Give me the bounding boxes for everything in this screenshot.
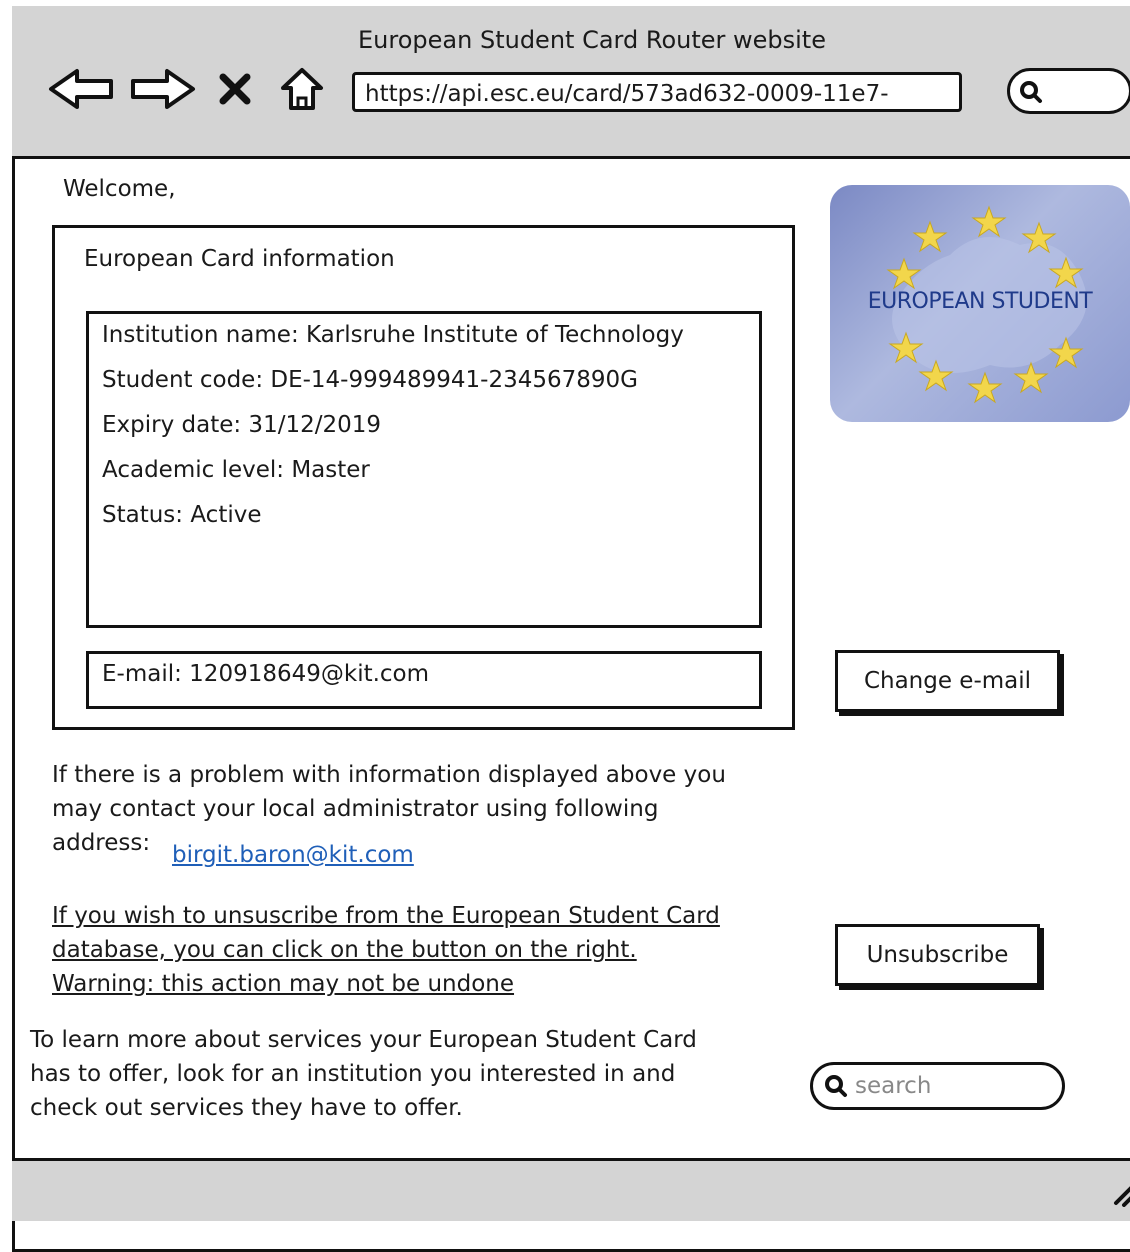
student-code: Student code: DE-14-999489941-234567890G bbox=[102, 367, 639, 393]
expiry-date: Expiry date: 31/12/2019 bbox=[102, 412, 381, 438]
home-icon[interactable] bbox=[274, 64, 330, 114]
admin-email-link[interactable]: birgit.baron@kit.com bbox=[172, 838, 414, 872]
learn-more-line-1: To learn more about services your Europe… bbox=[30, 1027, 697, 1053]
card-section-title: European Card information bbox=[84, 246, 395, 272]
address-bar[interactable]: https://api.esc.eu/card/573ad632-0009-11… bbox=[352, 72, 962, 112]
email-value: E-mail: 120918649@kit.com bbox=[102, 661, 430, 687]
academic-level: Academic level: Master bbox=[102, 457, 370, 483]
problem-text-line-2: may contact your local administrator usi… bbox=[52, 796, 659, 822]
institution-search-input[interactable]: search bbox=[810, 1062, 1065, 1110]
search-icon bbox=[1020, 81, 1042, 103]
browser-toolbar: European Student Card Router website htt… bbox=[12, 6, 1130, 159]
card-status: Status: Active bbox=[102, 502, 262, 528]
browser-search-box[interactable] bbox=[1007, 68, 1130, 114]
problem-text-line-3: address: bbox=[52, 830, 151, 856]
window-title: European Student Card Router website bbox=[358, 26, 826, 54]
search-icon bbox=[825, 1075, 847, 1097]
stop-icon[interactable] bbox=[210, 64, 260, 114]
institution-name: Institution name: Karlsruhe Institute of… bbox=[102, 322, 684, 348]
change-email-button[interactable]: Change e-mail bbox=[835, 650, 1060, 712]
forward-arrow-icon[interactable] bbox=[124, 64, 200, 114]
unsubscribe-warning: Warning: this action may not be undone bbox=[52, 971, 515, 997]
unsubscribe-text-line-1: If you wish to unsuscribe from the Europ… bbox=[52, 903, 720, 929]
european-student-logo: EUROPEAN STUDENT bbox=[830, 185, 1130, 422]
problem-text-line-1: If there is a problem with information d… bbox=[52, 762, 726, 788]
unsubscribe-text-line-2: database, you can click on the button on… bbox=[52, 937, 637, 963]
unsubscribe-button[interactable]: Unsubscribe bbox=[835, 924, 1040, 986]
status-bar bbox=[12, 1158, 1130, 1221]
back-arrow-icon[interactable] bbox=[44, 64, 120, 114]
logo-text: EUROPEAN STUDENT bbox=[867, 289, 1093, 314]
learn-more-line-3: check out services they have to offer. bbox=[30, 1095, 463, 1121]
learn-more-line-2: has to offer, look for an institution yo… bbox=[30, 1061, 676, 1087]
welcome-text: Welcome, bbox=[63, 176, 176, 202]
resize-grip-icon[interactable] bbox=[1110, 1177, 1130, 1207]
search-placeholder: search bbox=[855, 1073, 932, 1099]
